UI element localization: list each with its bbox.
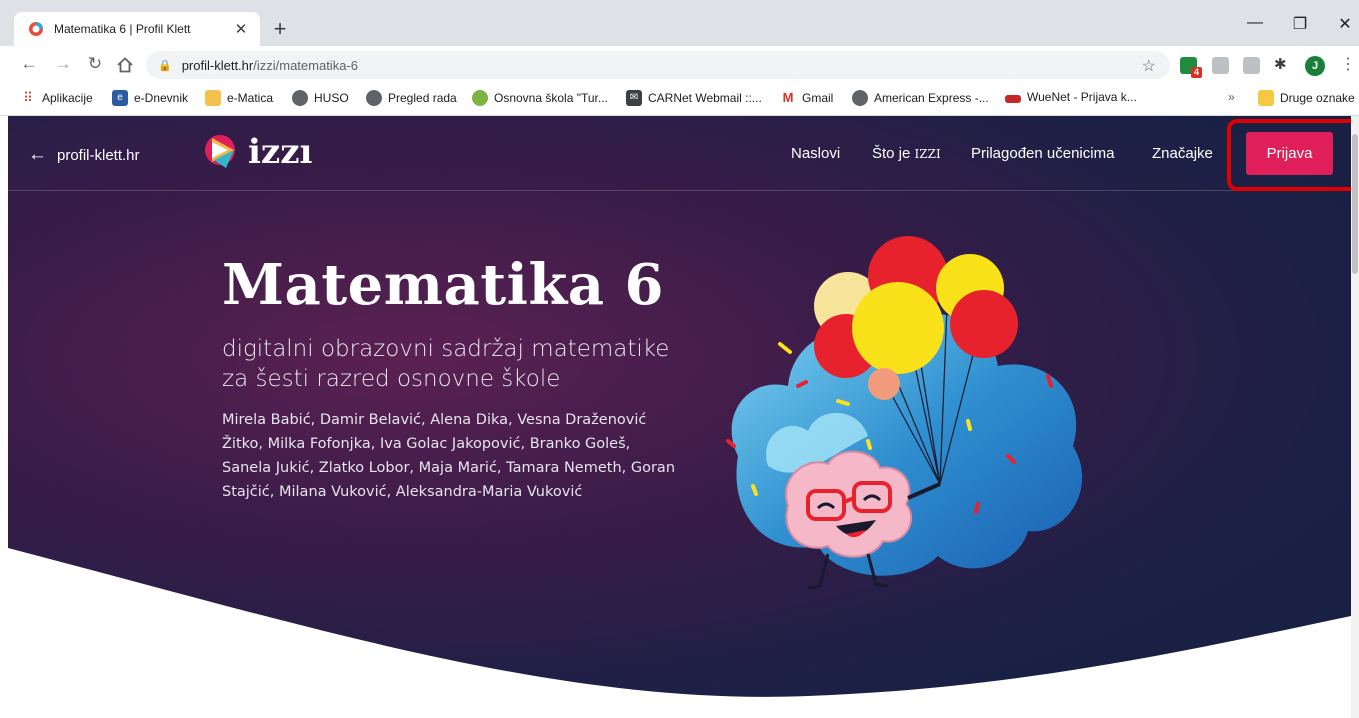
bookmark-label: CARNet Webmail ::... — [648, 91, 762, 105]
extension-badge: 4 — [1191, 67, 1202, 78]
tab-strip: Matematika 6 | Profil Klett ✕ + — ❐ ✕ — [0, 0, 1359, 46]
home-icon[interactable] — [116, 56, 134, 74]
bookmark-e-matica[interactable]: e-Matica — [205, 90, 273, 106]
reload-icon[interactable]: ↻ — [84, 54, 106, 74]
address-bar[interactable]: 🔒 profil-klett.hr/izzi/matematika-6 ☆ — [146, 51, 1170, 79]
new-tab-icon[interactable]: + — [268, 16, 292, 42]
bookmark-label: Aplikacije — [42, 91, 93, 105]
browser-toolbar: ← → ↻ 🔒 profil-klett.hr/izzi/matematika-… — [0, 46, 1359, 84]
bookmark-label: Gmail — [802, 91, 834, 105]
bookmark-label: WueNet - Prijava k... — [1027, 90, 1137, 104]
profil-klett-favicon — [29, 22, 43, 36]
restore-icon[interactable]: ❐ — [1285, 14, 1315, 34]
tab-title: Matematika 6 | Profil Klett — [54, 22, 191, 36]
hero-authors: Mirela Babić, Damir Belavić, Alena Dika,… — [222, 412, 676, 500]
nav-izzi-brand: IZZI — [914, 147, 941, 161]
balloon-yellow-center — [852, 282, 944, 374]
close-window-icon[interactable]: ✕ — [1330, 14, 1359, 34]
hero-subtitle: digitalni obrazovni sadržaj matematike z… — [222, 336, 670, 392]
nav-znacajke[interactable]: Značajke — [1152, 145, 1213, 162]
hero-section: ← profil-klett.hr izzı Naslovi Što je IZ… — [8, 116, 1351, 718]
page-scrollbar[interactable] — [1351, 116, 1359, 718]
mail-icon: ✉ — [626, 90, 642, 106]
bookmarks-bar: ⠿ Aplikacije e e-Dnevnik e-Matica HUSO P… — [0, 84, 1359, 116]
profile-avatar[interactable]: J — [1305, 56, 1325, 76]
site-navbar: ← profil-klett.hr izzı Naslovi Što je IZ… — [8, 116, 1351, 191]
bookmark-label: HUSO — [314, 91, 349, 105]
back-icon[interactable]: ← — [18, 54, 40, 74]
url-path: /izzi/matematika-6 — [253, 57, 358, 73]
school-shield-icon — [472, 90, 488, 106]
bookmark-aplikacije[interactable]: ⠿ Aplikacije — [20, 90, 93, 106]
translate-extension-icon[interactable] — [1212, 57, 1229, 74]
close-tab-icon[interactable]: ✕ — [232, 20, 250, 38]
bookmark-wuenet[interactable]: WueNet - Prijava k... — [1005, 90, 1137, 104]
screenshot-extension-icon[interactable] — [1243, 57, 1260, 74]
bookmark-osnovna-skola[interactable]: Osnovna škola "Tur... — [472, 90, 608, 106]
lock-icon: 🔒 — [158, 59, 172, 72]
back-to-profil-klett-link[interactable]: ← profil-klett.hr — [28, 144, 140, 166]
bookmark-label: e-Dnevnik — [134, 91, 189, 105]
folder-icon — [1258, 90, 1274, 106]
bookmark-huso[interactable]: HUSO — [292, 90, 349, 106]
globe-icon — [852, 90, 868, 106]
wuenet-icon — [1005, 95, 1021, 103]
izzi-logo[interactable]: izzı — [200, 130, 330, 178]
globe-icon — [292, 90, 308, 106]
scrollbar-thumb[interactable] — [1352, 134, 1358, 274]
bookmarks-overflow-icon[interactable]: » — [1228, 90, 1235, 104]
bookmark-label: Osnovna škola "Tur... — [494, 91, 608, 105]
hero-title: Matematika 6 — [222, 252, 664, 318]
nav-sto-je-label: Što je — [872, 145, 911, 162]
bookmark-e-dnevnik[interactable]: e e-Dnevnik — [112, 90, 188, 106]
nav-sto-je-izzi[interactable]: Što je IZZI — [872, 145, 941, 162]
balloon-red-right — [950, 290, 1018, 358]
nav-naslovi[interactable]: Naslovi — [791, 145, 840, 162]
other-bookmarks-folder[interactable]: Druge oznake — [1258, 90, 1355, 106]
login-button[interactable]: Prijava — [1246, 132, 1333, 175]
bookmark-label: e-Matica — [227, 91, 274, 105]
url-host: profil-klett.hr — [181, 57, 254, 73]
arrow-left-icon: ← — [28, 144, 47, 165]
bookmark-carnet-webmail[interactable]: ✉ CARNet Webmail ::... — [626, 90, 762, 106]
bookmark-star-icon[interactable]: ☆ — [1142, 56, 1156, 76]
book-icon — [205, 90, 221, 106]
other-bookmarks-label: Druge oznake — [1280, 91, 1355, 105]
bookmark-label: American Express -... — [874, 91, 989, 105]
browser-tab[interactable]: Matematika 6 | Profil Klett ✕ — [14, 12, 260, 46]
e-dnevnik-icon: e — [112, 90, 128, 106]
browser-chrome: Matematika 6 | Profil Klett ✕ + — ❐ ✕ ← … — [0, 0, 1359, 116]
page-content: ← profil-klett.hr izzı Naslovi Što je IZ… — [8, 116, 1351, 718]
izzi-logo-text: izzı — [248, 132, 313, 172]
bookmark-american-express[interactable]: American Express -... — [852, 90, 989, 106]
bookmark-label: Pregled rada — [388, 91, 457, 105]
balloon-peach — [868, 368, 900, 400]
forward-icon[interactable]: → — [52, 54, 74, 74]
nav-prilagoden-ucenicima[interactable]: Prilagođen učenicima — [971, 145, 1114, 162]
bookmark-pregled-rada[interactable]: Pregled rada — [366, 90, 457, 106]
minimize-icon[interactable]: — — [1240, 14, 1270, 32]
hero-bottom-wave — [8, 548, 1351, 718]
globe-icon — [366, 90, 382, 106]
gmail-icon: M — [780, 90, 796, 106]
apps-grid-icon: ⠿ — [20, 90, 36, 106]
menu-kebab-icon[interactable]: ⋮ — [1340, 54, 1356, 74]
back-link-label: profil-klett.hr — [57, 146, 140, 164]
extensions-puzzle-icon[interactable]: ✱ — [1274, 55, 1291, 73]
bookmark-gmail[interactable]: M Gmail — [780, 90, 833, 106]
